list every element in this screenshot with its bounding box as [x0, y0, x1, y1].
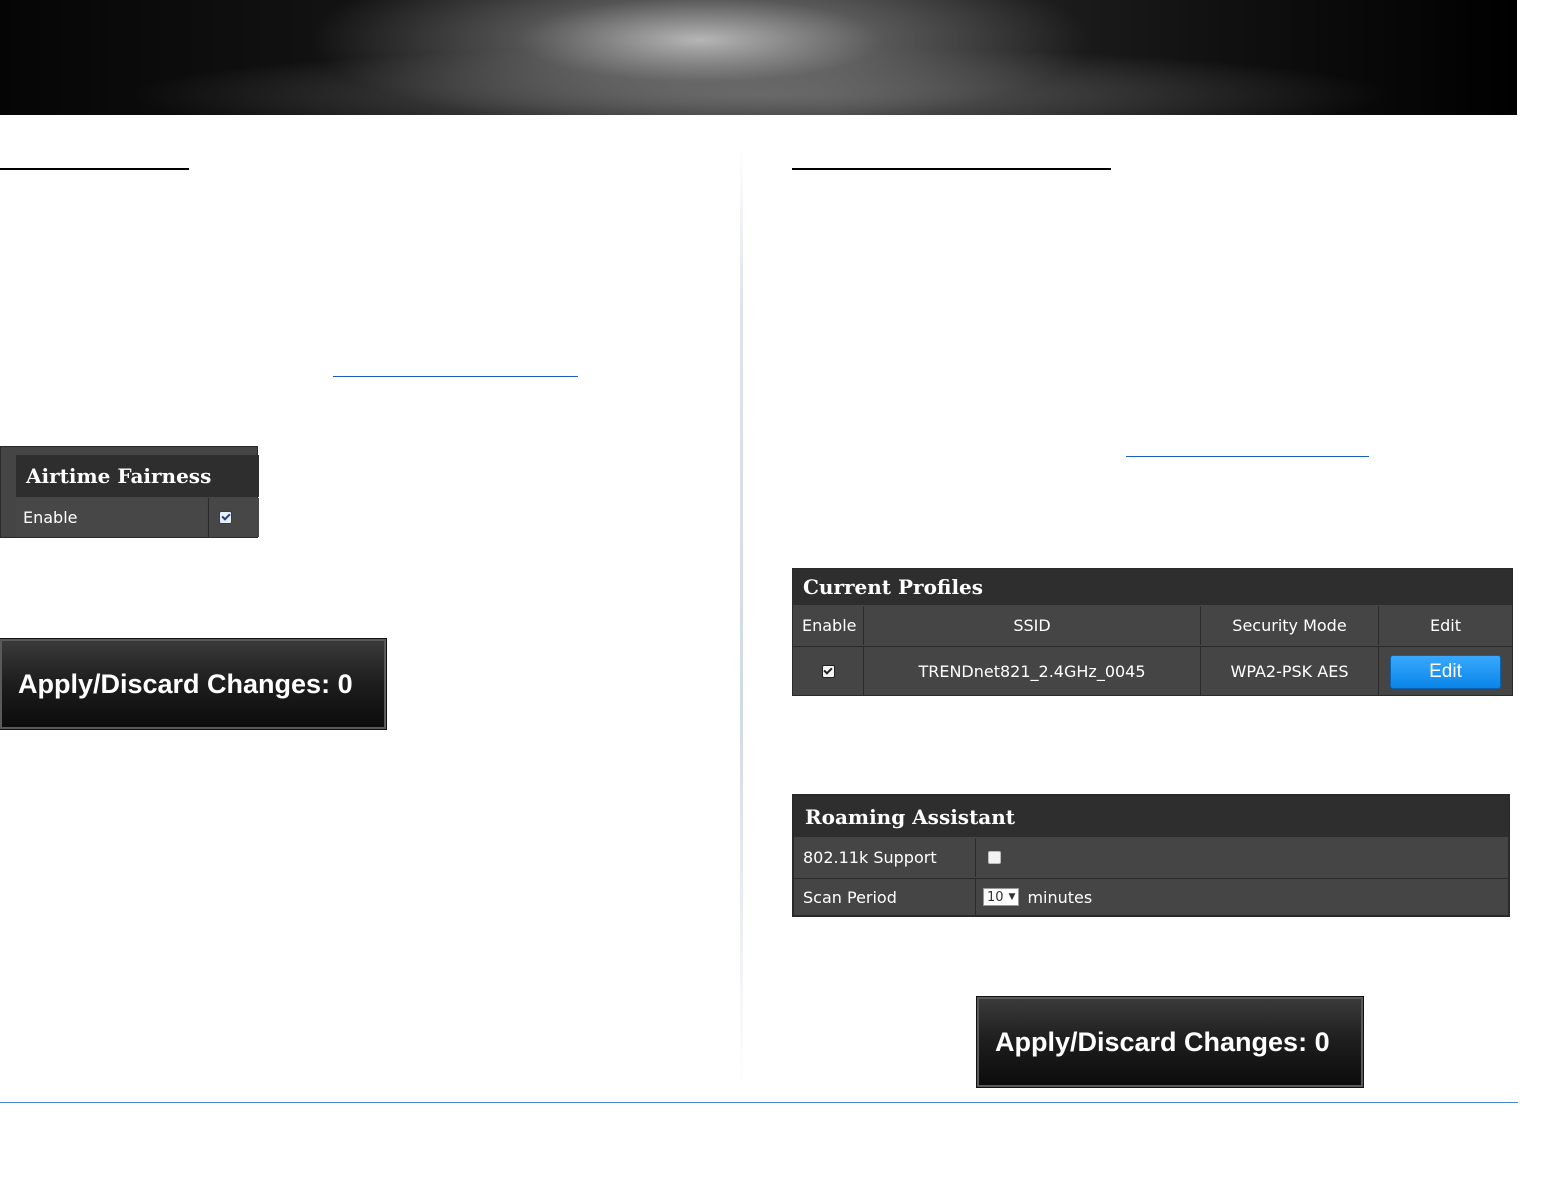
scan-label-text: Scan Period [803, 887, 897, 907]
header-banner [0, 0, 1517, 115]
roaming-assistant-title: Roaming Assistant [794, 796, 1508, 837]
edit-profile-button-label: Edit [1429, 661, 1462, 682]
support-label-cell: 802.11k Support [794, 838, 975, 877]
roaming-assistant-panel: Roaming Assistant 802.11k Support Scan P… [792, 794, 1510, 917]
col-header-edit: Edit [1378, 606, 1512, 645]
col-header-enable: Enable [793, 606, 863, 645]
scan-unit-text: minutes [1027, 887, 1093, 907]
airtime-fairness-panel: Airtime Fairness Enable [0, 446, 259, 538]
apply-discard-right-label: Apply/Discard Changes: 0 [995, 1026, 1330, 1057]
profile-ssid-text: TRENDnet821_2.4GHz_0045 [918, 661, 1146, 681]
roaming-assistant-title-text: Roaming Assistant [805, 804, 1016, 829]
col-header-ssid: SSID [863, 606, 1200, 645]
col-header-enable-text: Enable [802, 616, 857, 635]
support-value-cell [975, 838, 1508, 877]
airtime-fairness-title: Airtime Fairness [16, 455, 259, 497]
profile-enable-checkbox[interactable] [821, 664, 835, 678]
col-header-ssid-text: SSID [1013, 616, 1051, 635]
airtime-enable-checkbox[interactable] [219, 511, 232, 524]
right-link-underline[interactable] [1126, 456, 1369, 457]
footer-rule [0, 1102, 1518, 1103]
scan-period-select[interactable]: 10 ▼ [983, 888, 1020, 906]
chevron-down-icon: ▼ [1008, 892, 1016, 902]
scan-value-cell: 10 ▼ minutes [975, 878, 1508, 915]
airtime-enable-label: Enable [16, 498, 207, 537]
airtime-enable-label-text: Enable [23, 508, 78, 527]
apply-discard-button-left[interactable]: Apply/Discard Changes: 0 [0, 638, 387, 730]
profile-security-text: WPA2-PSK AES [1230, 661, 1349, 681]
current-profiles-title-text: Current Profiles [803, 575, 984, 599]
profile-enable-cell [793, 647, 863, 695]
support-label-text: 802.11k Support [803, 848, 937, 867]
airtime-enable-cell [208, 498, 259, 537]
left-link-underline[interactable] [333, 376, 578, 377]
airtime-fairness-title-text: Airtime Fairness [26, 464, 212, 488]
apply-discard-left-label: Apply/Discard Changes: 0 [18, 668, 353, 699]
right-section-heading-rule [792, 168, 1111, 170]
current-profiles-title: Current Profiles [793, 569, 1512, 605]
col-header-edit-text: Edit [1430, 616, 1461, 635]
profile-ssid-cell: TRENDnet821_2.4GHz_0045 [863, 647, 1200, 695]
left-section-heading-rule [0, 168, 189, 170]
scan-label-cell: Scan Period [794, 878, 975, 915]
support-checkbox[interactable] [988, 851, 1001, 864]
col-header-security-text: Security Mode [1232, 616, 1347, 635]
profile-security-cell: WPA2-PSK AES [1200, 647, 1378, 695]
scan-period-value: 10 [987, 889, 1004, 905]
apply-discard-button-right[interactable]: Apply/Discard Changes: 0 [976, 996, 1364, 1088]
col-header-security: Security Mode [1200, 606, 1378, 645]
edit-profile-button[interactable]: Edit [1390, 655, 1501, 689]
column-divider [740, 150, 743, 1090]
